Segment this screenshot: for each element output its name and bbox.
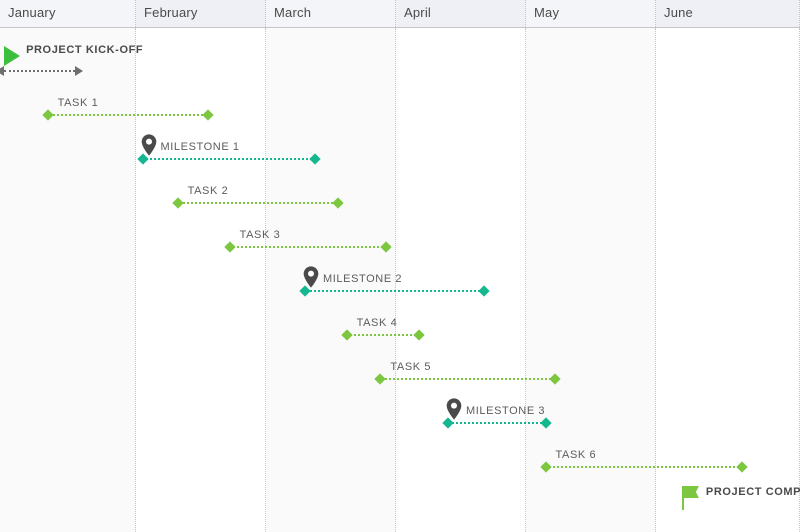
diamond-end-icon bbox=[549, 373, 560, 384]
gantt-item-task4: TASK 4 bbox=[0, 310, 800, 344]
gantt-bar bbox=[48, 114, 208, 116]
gantt-bar bbox=[178, 202, 338, 204]
gantt-item-task3: TASK 3 bbox=[0, 222, 800, 256]
diamond-start-icon bbox=[172, 197, 183, 208]
diamond-start-icon bbox=[224, 241, 235, 252]
gantt-item-label: TASK 2 bbox=[188, 185, 229, 197]
month-header: June bbox=[656, 0, 800, 27]
diamond-start-icon bbox=[42, 109, 53, 120]
gantt-item-complete: PROJECT COMPLETE bbox=[0, 486, 800, 520]
month-header: January bbox=[0, 0, 136, 27]
gantt-item-task1: TASK 1 bbox=[0, 90, 800, 124]
diamond-end-icon bbox=[540, 417, 551, 428]
gantt-item-label: PROJECT COMPLETE bbox=[706, 486, 800, 498]
diamond-end-icon bbox=[332, 197, 343, 208]
gantt-item-task2: TASK 2 bbox=[0, 178, 800, 212]
arrow-left-icon bbox=[0, 66, 4, 76]
gantt-item-label: MILESTONE 2 bbox=[323, 273, 402, 285]
diamond-end-icon bbox=[479, 285, 490, 296]
gantt-bar bbox=[4, 70, 75, 72]
gantt-item-label: MILESTONE 3 bbox=[466, 405, 545, 417]
gantt-item-label: TASK 3 bbox=[240, 229, 281, 241]
map-pin-icon bbox=[141, 134, 157, 156]
gantt-item-kickoff: PROJECT KICK-OFF bbox=[0, 46, 800, 80]
gantt-bar bbox=[305, 290, 484, 292]
gantt-item-ms2: MILESTONE 2 bbox=[0, 266, 800, 300]
gantt-item-ms3: MILESTONE 3 bbox=[0, 398, 800, 432]
diamond-start-icon bbox=[540, 461, 551, 472]
gantt-bar bbox=[347, 334, 420, 336]
diamond-end-icon bbox=[737, 461, 748, 472]
gantt-bar bbox=[546, 466, 743, 468]
gantt-bar bbox=[230, 246, 386, 248]
gantt-bar bbox=[143, 158, 316, 160]
gantt-item-ms1: MILESTONE 1 bbox=[0, 134, 800, 168]
gantt-item-label: TASK 4 bbox=[357, 317, 398, 329]
diamond-end-icon bbox=[380, 241, 391, 252]
gantt-item-label: PROJECT KICK-OFF bbox=[26, 44, 143, 56]
gantt-item-label: TASK 6 bbox=[556, 449, 597, 461]
month-header: February bbox=[136, 0, 266, 27]
timeline-header: JanuaryFebruaryMarchAprilMayJune bbox=[0, 0, 800, 28]
play-icon bbox=[4, 46, 20, 66]
gantt-item-task6: TASK 6 bbox=[0, 442, 800, 476]
diamond-end-icon bbox=[414, 329, 425, 340]
gantt-items: PROJECT KICK-OFF TASK 1 MILESTONE 1 TASK 2 T… bbox=[0, 28, 800, 532]
diamond-end-icon bbox=[202, 109, 213, 120]
gantt-bar bbox=[448, 422, 546, 424]
gantt-item-label: TASK 5 bbox=[390, 361, 431, 373]
month-header: April bbox=[396, 0, 526, 27]
gantt-item-label: TASK 1 bbox=[58, 97, 99, 109]
diamond-start-icon bbox=[341, 329, 352, 340]
arrow-right-icon bbox=[75, 66, 83, 76]
diamond-start-icon bbox=[375, 373, 386, 384]
diamond-end-icon bbox=[310, 153, 321, 164]
map-pin-icon bbox=[303, 266, 319, 288]
gantt-bar bbox=[380, 378, 554, 380]
gantt-item-task5: TASK 5 bbox=[0, 354, 800, 388]
month-header: May bbox=[526, 0, 656, 27]
map-pin-icon bbox=[446, 398, 462, 420]
gantt-item-label: MILESTONE 1 bbox=[161, 141, 240, 153]
month-header: March bbox=[266, 0, 396, 27]
flag-icon bbox=[682, 486, 700, 510]
gantt-chart: JanuaryFebruaryMarchAprilMayJune PROJECT… bbox=[0, 0, 800, 532]
